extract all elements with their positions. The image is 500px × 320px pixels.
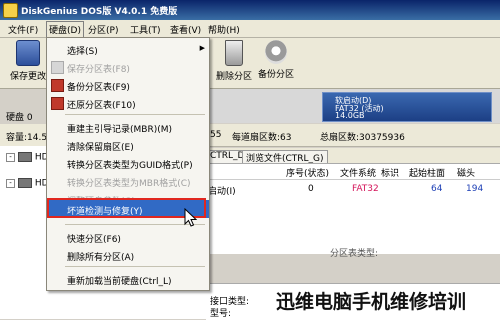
save-icon [16, 40, 40, 66]
partition-block[interactable]: 软启动(D) FAT32 (活动) 14.0GB [322, 92, 492, 122]
partition-size: 14.0GB [335, 111, 365, 120]
menu-bar: 文件(F) 硬盘(D) 分区(P) 工具(T) 查看(V) 帮助(H) [0, 20, 500, 38]
disk-menu-dropdown: 选择(S) ▶ 保存分区表(F8) 备份分区表(F9) 还原分区表(F10) 重… [46, 37, 210, 291]
col-index: 序号(状态) [286, 169, 330, 179]
menu-item-label: 保存分区表(F8) [67, 65, 130, 75]
menu-help[interactable]: 帮助(H) [208, 23, 240, 36]
tab-strip: CTRL_D) 浏览文件(CTRL_G) [206, 148, 500, 164]
save-button[interactable]: 保存更改 [6, 40, 50, 82]
tab-browse-files[interactable]: 浏览文件(CTRL_G) [242, 150, 328, 164]
heads-value: 55 [210, 130, 222, 140]
menu-file[interactable]: 文件(F) [8, 23, 38, 36]
row-head: 194 [466, 184, 484, 194]
mouse-cursor-icon [184, 208, 198, 227]
menu-item-label: 清除保留扇区(E) [67, 143, 134, 153]
menu-item-label: 删除所有分区(A) [67, 253, 135, 263]
delete-partition-label: 删除分区 [215, 72, 252, 82]
backup-icon [51, 79, 64, 92]
menu-view[interactable]: 查看(V) [170, 23, 201, 36]
menu-item-save-partition-table[interactable]: 保存分区表(F8) [47, 58, 209, 76]
menu-item-label: 转换分区表类型为GUID格式(P) [67, 161, 193, 171]
menu-item-label: 选择(S) [67, 47, 98, 57]
save-button-label: 保存更改 [9, 72, 46, 82]
menu-separator [65, 266, 205, 267]
backup-icon [265, 40, 287, 64]
capacity-label: 容量:14.5 [6, 133, 48, 143]
row-index: 0 [308, 184, 314, 194]
row-fs: FAT32 [352, 184, 379, 194]
menu-item-label: 还原分区表(F10) [67, 101, 136, 111]
watermark: 迅维电脑手机维修培训 [276, 291, 467, 313]
submenu-arrow-icon: ▶ [199, 44, 205, 52]
menu-item-label: 重建主引导记录(MBR)(M) [67, 125, 173, 135]
delete-partition-button[interactable]: 删除分区 [212, 40, 256, 82]
menu-disk[interactable]: 硬盘(D) [46, 21, 84, 38]
annotation-highlight-box [47, 198, 206, 218]
menu-item-backup-partition-table[interactable]: 备份分区表(F9) [47, 76, 209, 94]
col-start-cylinder: 起始柱面 [409, 169, 446, 179]
menu-item-clear-reserved[interactable]: 清除保留扇区(E) [47, 136, 209, 154]
model-label: 型号: [210, 309, 232, 319]
collapse-icon[interactable]: - [6, 178, 15, 188]
menu-item-restore-partition-table[interactable]: 还原分区表(F10) [47, 94, 209, 112]
menu-item-label: 转换分区表类型为MBR格式(C) [67, 179, 191, 189]
menu-item-delete-all[interactable]: 删除所有分区(A) [47, 246, 209, 264]
row-cyl: 64 [431, 184, 443, 194]
col-filesystem: 文件系统 [340, 169, 377, 179]
hard-disk-icon [18, 152, 32, 162]
menu-item-label: 快速分区(F6) [67, 235, 121, 245]
menu-item-quick-partition[interactable]: 快速分区(F6) [47, 228, 209, 246]
table-row[interactable]: 启动(I) 0 FAT32 64 194 [206, 181, 500, 197]
menu-item-label: 备份分区表(F9) [67, 83, 130, 93]
sectors-per-track: 每道扇区数:63 [232, 133, 292, 143]
col-head: 磁头 [457, 169, 476, 179]
partition-table-type-label: 分区表类型: [330, 249, 379, 259]
window-title: DiskGenius DOS版 V4.0.1 免费版 [21, 7, 178, 17]
row-name: 启动(I) [208, 187, 236, 197]
save-icon [51, 61, 64, 74]
menu-item-select[interactable]: 选择(S) ▶ [47, 40, 209, 58]
partition-table: 序号(状态) 文件系统 标识 起始柱面 磁头 启动(I) 0 FAT32 64 … [206, 163, 500, 254]
hard-disk-icon [18, 178, 32, 188]
backup-partition-label: 备份分区 [257, 70, 294, 80]
menu-item-reload-disk[interactable]: 重新加载当前硬盘(Ctrl_L) [47, 270, 209, 288]
total-sectors: 总扇区数:30375936 [320, 133, 405, 143]
backup-partition-button[interactable]: 备份分区 [254, 40, 298, 80]
menu-item-convert-guid[interactable]: 转换分区表类型为GUID格式(P) [47, 154, 209, 172]
menu-item-convert-mbr[interactable]: 转换分区表类型为MBR格式(C) [47, 172, 209, 190]
collapse-icon[interactable]: - [6, 152, 15, 162]
title-bar: DiskGenius DOS版 V4.0.1 免费版 [0, 0, 500, 20]
disk-label: 硬盘 0 [6, 113, 33, 123]
menu-partition[interactable]: 分区(P) [88, 23, 118, 36]
trash-icon [225, 40, 243, 66]
col-flag: 标识 [381, 169, 400, 179]
menu-item-rebuild-mbr[interactable]: 重建主引导记录(MBR)(M) [47, 118, 209, 136]
menu-tools[interactable]: 工具(T) [130, 23, 161, 36]
restore-icon [51, 97, 64, 110]
app-icon [3, 3, 18, 18]
menu-item-label: 重新加载当前硬盘(Ctrl_L) [67, 277, 172, 287]
menu-separator [65, 114, 205, 115]
